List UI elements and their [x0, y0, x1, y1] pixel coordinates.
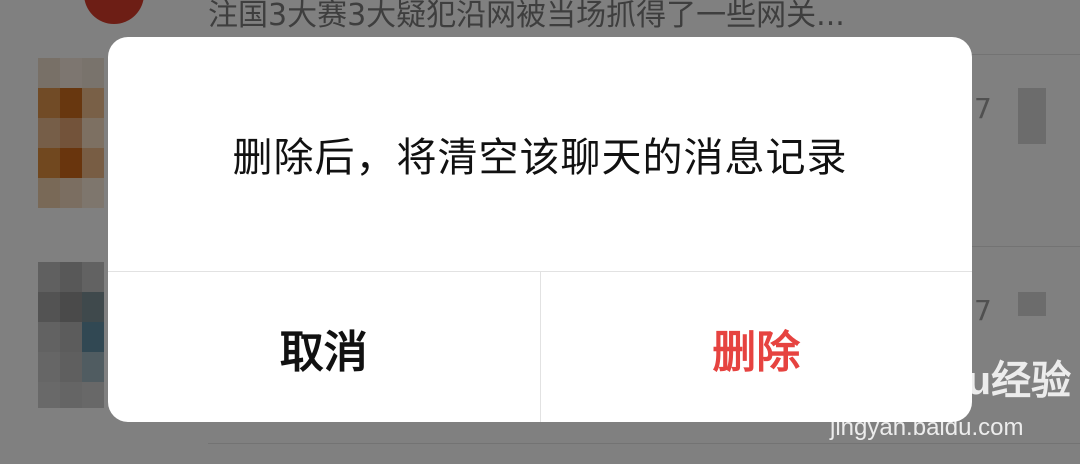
dialog-message: 删除后，将清空该聊天的消息记录	[232, 135, 848, 181]
paw-icon	[904, 343, 950, 391]
cancel-button[interactable]: 取消	[108, 272, 541, 422]
watermark-url: jingyan.baidu.com	[830, 414, 1024, 441]
watermark: Bai du经验 jingyan.baidu.com	[826, 343, 1071, 444]
screen: 注国3大赛3大疑犯沿网被当场抓得了一些网关... 7 7 删除后，将清空该聊天的…	[0, 0, 1080, 464]
